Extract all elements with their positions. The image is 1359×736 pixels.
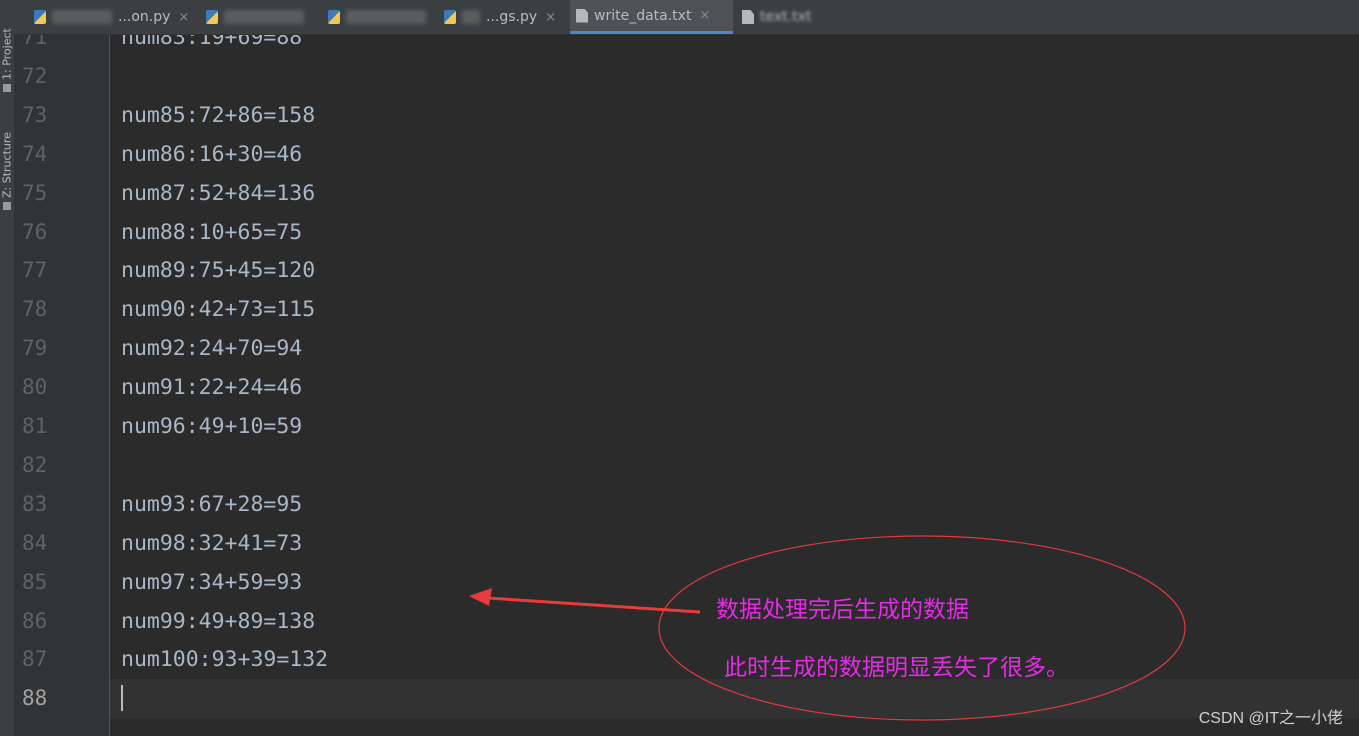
text-file-icon: [742, 10, 754, 24]
code-line[interactable]: num83:19+69=88: [121, 35, 302, 57]
editor-area[interactable]: num83:19+69=88 num85:72+86=158 num86:16+30…: [110, 35, 1359, 736]
tab-file-4[interactable]: ...gs.py ×: [438, 0, 568, 34]
tab-file-6[interactable]: text.txt: [736, 0, 846, 34]
code-line[interactable]: num85:72+86=158: [121, 96, 315, 135]
line-number: 84: [22, 530, 48, 555]
code-line[interactable]: num93:67+28=95: [121, 485, 302, 524]
project-tool-button[interactable]: 1: Project: [0, 0, 14, 92]
line-number: 88: [22, 686, 48, 711]
code-line[interactable]: num91:22+24=46: [121, 368, 302, 407]
code-line[interactable]: num92:24+70=94: [121, 329, 302, 368]
line-number: 83: [22, 491, 48, 516]
python-file-icon: [34, 10, 46, 24]
redacted-text: [224, 10, 304, 24]
redacted-text: [346, 10, 426, 24]
project-tool-label: 1: Project: [0, 28, 14, 80]
editor-tab-bar: ...on.py × ...gs.py × write_data.txt × t…: [14, 0, 1359, 35]
code-line[interactable]: num86:16+30=46: [121, 135, 302, 174]
close-icon[interactable]: ×: [699, 8, 710, 23]
close-icon[interactable]: ×: [545, 10, 556, 25]
line-number: 72: [22, 63, 48, 88]
line-number: 71: [22, 35, 48, 49]
tool-window-strip: 1: Project Z: Structure: [0, 0, 15, 736]
code-line[interactable]: num88:10+65=75: [121, 213, 302, 252]
tab-file-2[interactable]: [200, 0, 320, 34]
structure-icon: [3, 202, 11, 210]
line-number: 77: [22, 258, 48, 283]
close-icon[interactable]: ×: [178, 10, 189, 25]
tab-file-1[interactable]: ...on.py ×: [28, 0, 198, 34]
tab-label: write_data.txt: [594, 7, 692, 24]
line-number: 86: [22, 608, 48, 633]
annotation-line-1: 数据处理完后生成的数据: [716, 597, 969, 623]
tab-label: ...gs.py: [486, 9, 538, 25]
redacted-text: [462, 10, 480, 24]
text-caret: [121, 685, 123, 712]
line-number: 79: [22, 336, 48, 361]
line-number: 81: [22, 414, 48, 438]
folder-icon: [3, 84, 11, 92]
line-number: 80: [22, 375, 48, 400]
code-line[interactable]: num90:42+73=115: [121, 290, 315, 329]
code-line[interactable]: num96:49+10=59: [121, 407, 302, 446]
line-number-gutter: 71 72 73 74 75 76 77 78 79 80 81 82 83 84 85 86 87 88: [14, 35, 110, 736]
line-number: 76: [22, 219, 48, 244]
code-line[interactable]: num100:93+39=132: [121, 640, 328, 679]
line-number: 78: [22, 297, 48, 322]
annotation-line-2: 此时生成的数据明显丢失了很多。: [724, 655, 1069, 681]
tab-label: text.txt: [760, 9, 812, 25]
python-file-icon: [328, 10, 340, 24]
code-line[interactable]: num87:52+84=136: [121, 174, 315, 213]
code-line[interactable]: num97:34+59=93: [121, 563, 302, 602]
line-number: 75: [22, 180, 48, 205]
structure-tool-button[interactable]: Z: Structure: [0, 110, 14, 210]
text-file-icon: [576, 8, 588, 23]
tab-label: ...on.py: [118, 9, 171, 25]
structure-tool-label: Z: Structure: [0, 132, 14, 198]
tab-file-3[interactable]: [322, 0, 442, 34]
code-line[interactable]: num89:75+45=120: [121, 251, 315, 290]
watermark: CSDN @IT之一小佬: [1198, 710, 1343, 727]
code-line[interactable]: num99:49+89=138: [121, 602, 315, 641]
tab-write-data-txt[interactable]: write_data.txt ×: [570, 0, 733, 34]
code-line[interactable]: num98:32+41=73: [121, 524, 302, 563]
current-line-highlight: [110, 679, 1359, 719]
line-number: 73: [22, 102, 48, 127]
redacted-text: [52, 10, 112, 24]
python-file-icon: [206, 10, 218, 24]
line-number: 74: [22, 141, 48, 166]
line-number: 82: [22, 452, 48, 477]
line-number: 85: [22, 569, 48, 594]
line-number: 87: [22, 647, 48, 672]
python-file-icon: [444, 10, 456, 24]
